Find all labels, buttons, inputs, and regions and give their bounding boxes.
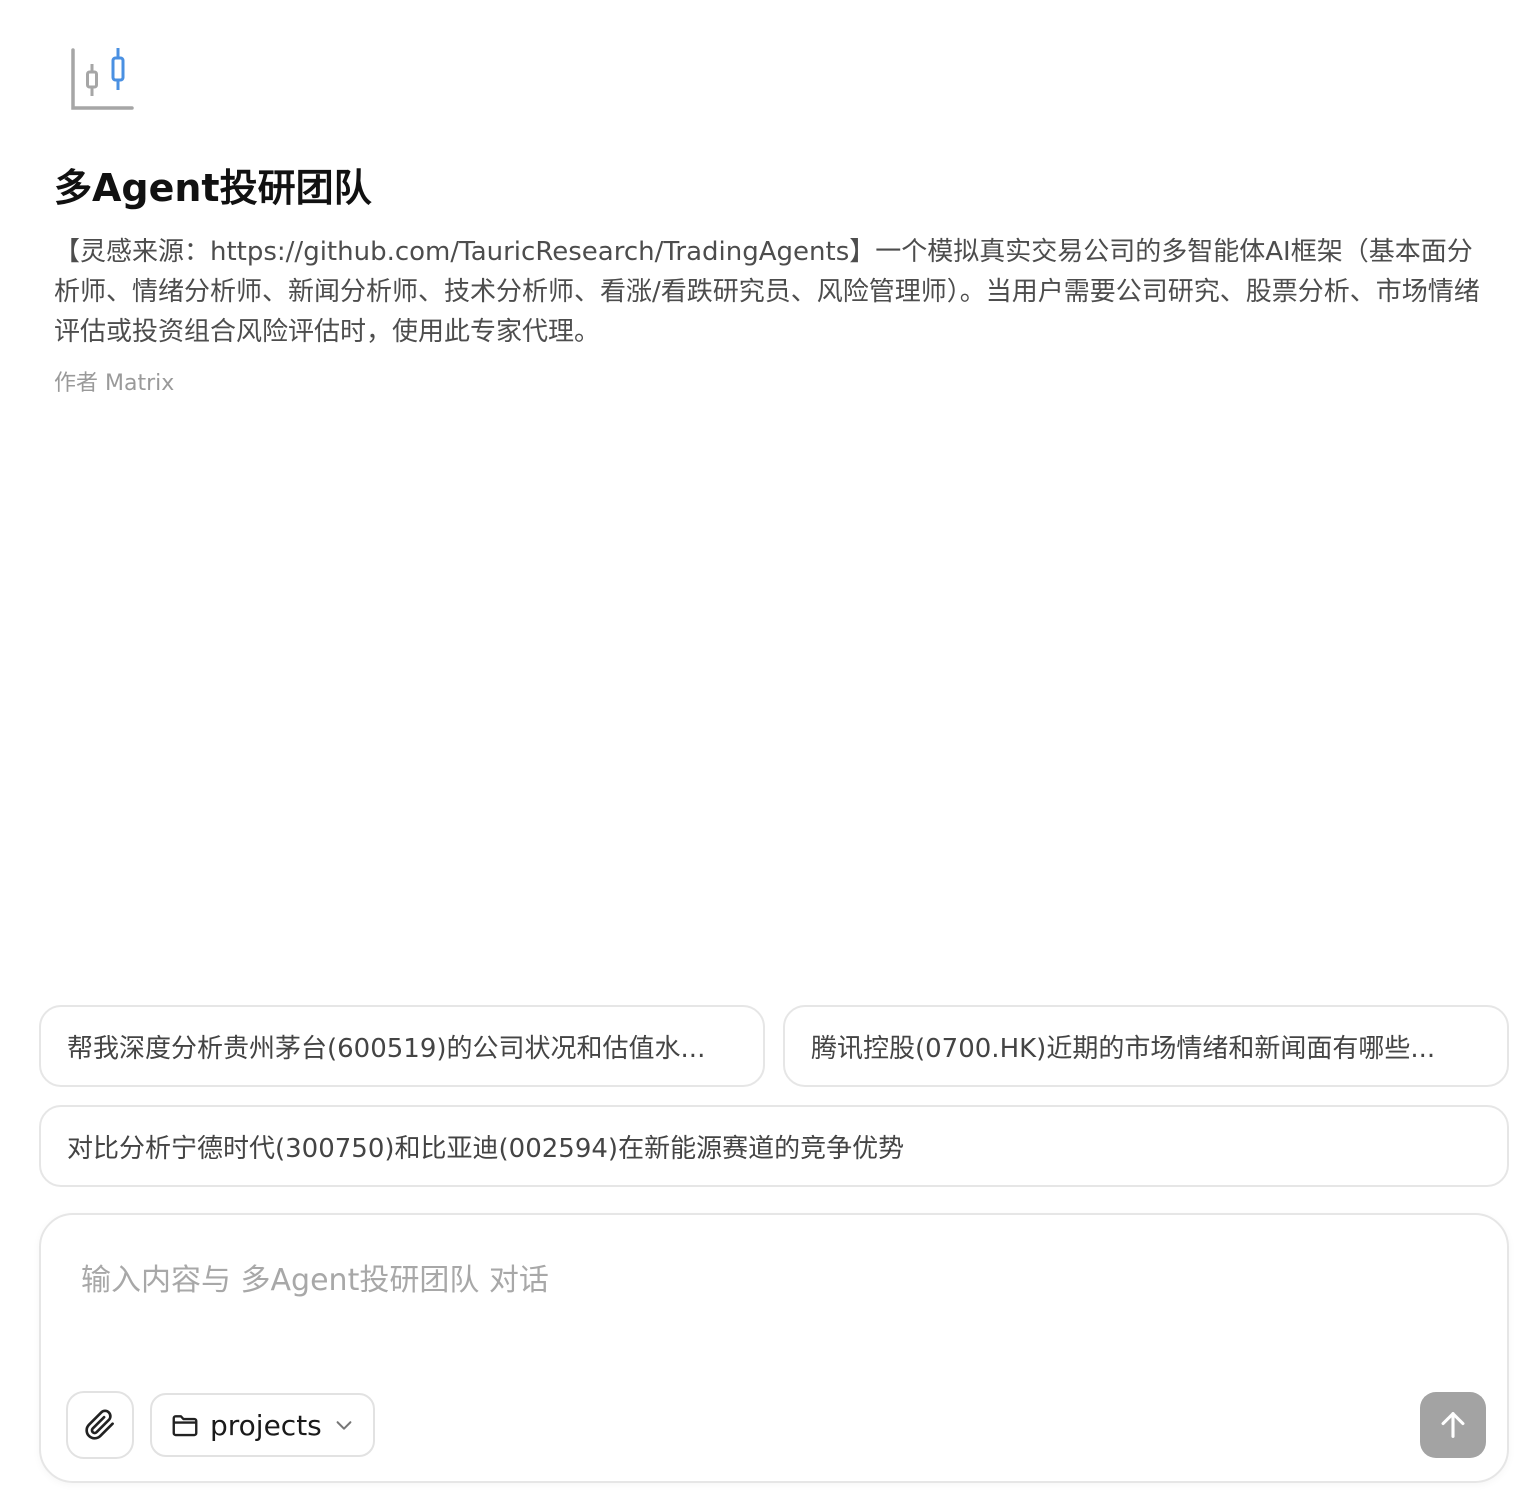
send-button[interactable] — [1420, 1392, 1486, 1458]
message-input[interactable] — [81, 1255, 1461, 1305]
agent-chat-page: 多Agent投研团队 【灵感来源：https://github.com/Taur… — [0, 0, 1530, 1500]
agent-description: 【灵感来源：https://github.com/TauricResearch/… — [54, 237, 1480, 347]
suggestion-text: 腾讯控股(0700.HK)近期的市场情绪和新闻面有哪些... — [811, 1033, 1436, 1064]
suggestion-text: 对比分析宁德时代(300750)和比亚迪(002594)在新能源赛道的竞争优势 — [67, 1133, 905, 1164]
folder-icon — [172, 1415, 198, 1437]
candlestick-chart-icon — [66, 44, 138, 116]
folder-label: projects — [210, 1408, 322, 1442]
attach-button[interactable] — [66, 1391, 134, 1459]
agent-title: 多Agent投研团队 — [54, 166, 372, 210]
agent-author: 作者 Matrix — [54, 371, 175, 396]
suggestion-text: 帮我深度分析贵州茅台(600519)的公司状况和估值水... — [67, 1033, 706, 1064]
chevron-down-icon — [336, 1421, 352, 1430]
suggestion-chip[interactable]: 腾讯控股(0700.HK)近期的市场情绪和新闻面有哪些... — [783, 1005, 1509, 1087]
chat-composer: projects — [39, 1213, 1509, 1483]
arrow-up-icon — [1441, 1412, 1465, 1438]
paperclip-icon — [85, 1409, 114, 1440]
suggestion-chip[interactable]: 对比分析宁德时代(300750)和比亚迪(002594)在新能源赛道的竞争优势 — [39, 1105, 1509, 1187]
folder-select[interactable]: projects — [150, 1393, 375, 1457]
suggestion-chip[interactable]: 帮我深度分析贵州茅台(600519)的公司状况和估值水... — [39, 1005, 765, 1087]
